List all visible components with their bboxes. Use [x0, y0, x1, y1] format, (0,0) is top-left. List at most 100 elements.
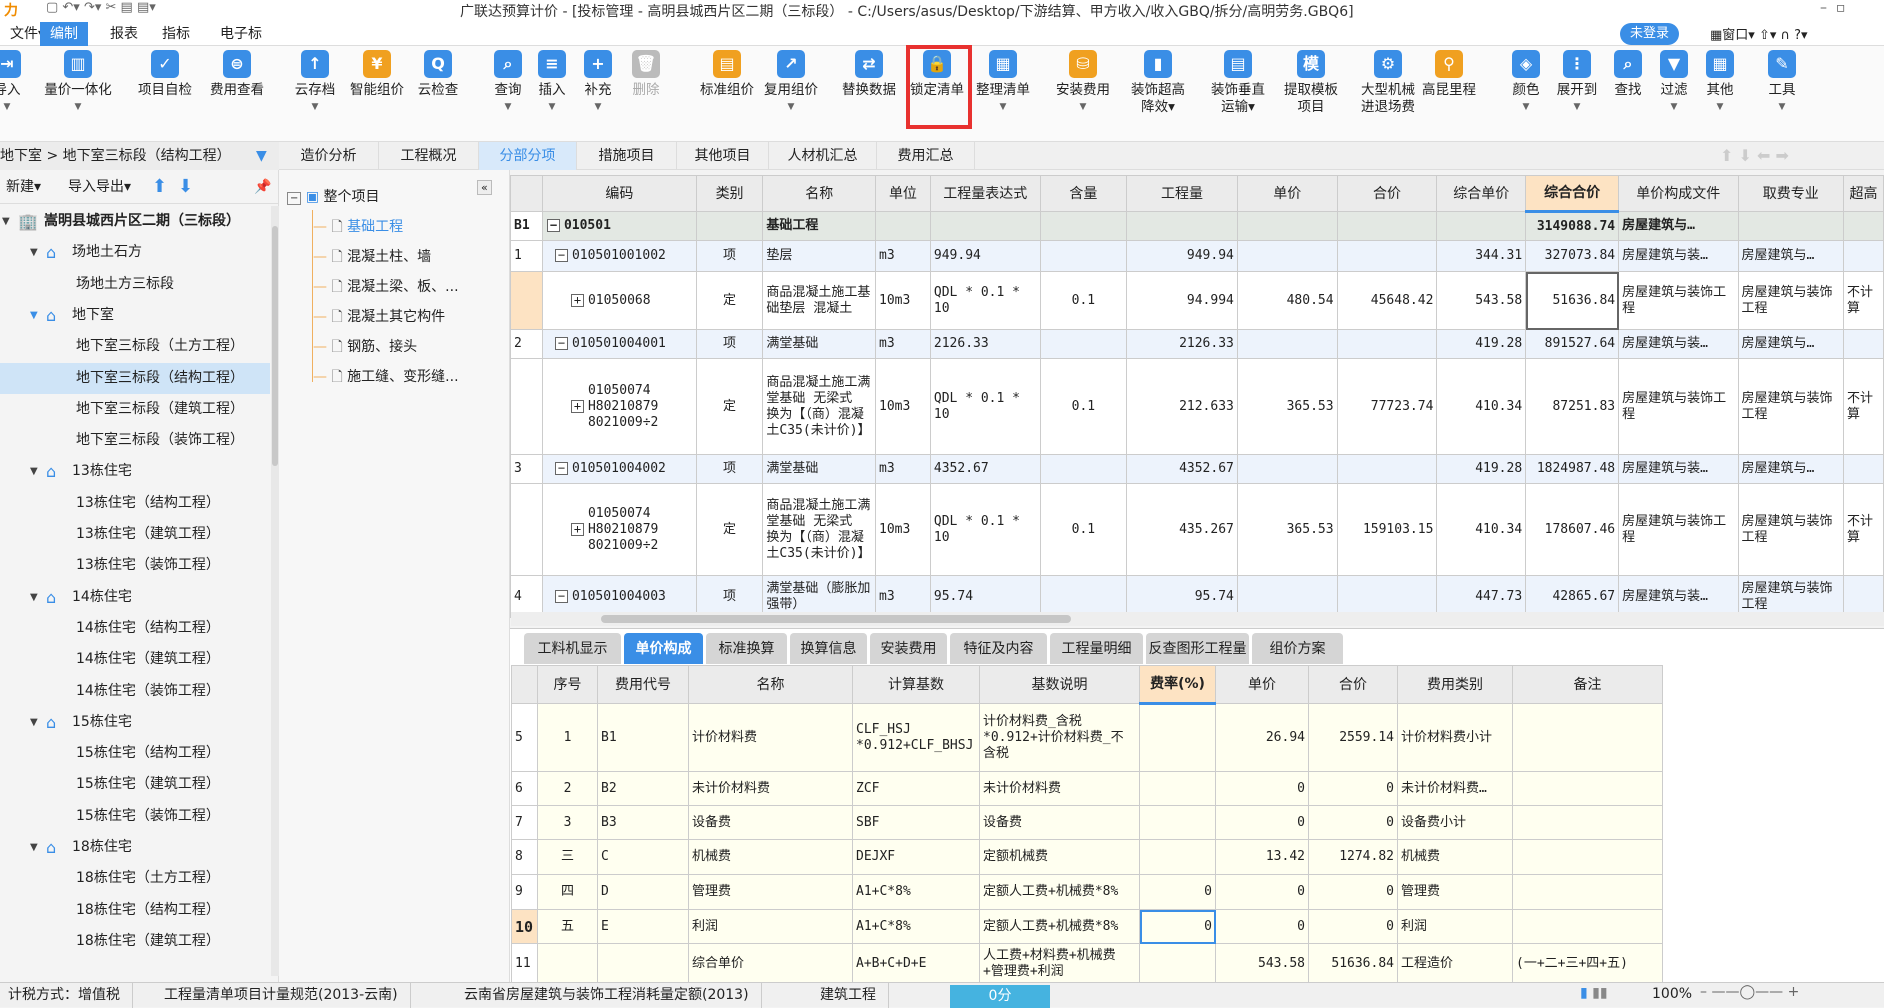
tree-item[interactable]: ▼ ⌂ 14栋住宅: [0, 582, 270, 613]
cell[interactable]: 2126.33: [929, 329, 1041, 359]
collapse-icon[interactable]: −: [554, 589, 568, 603]
tree-item[interactable]: 地下室三标段（结构工程）: [0, 362, 270, 394]
detail-tab-4[interactable]: 安装费用: [870, 633, 947, 665]
cell[interactable]: 94.994: [1126, 271, 1238, 330]
cell[interactable]: 0.1: [1039, 483, 1128, 576]
toolbar-button-install-cost[interactable]: ⛁ 安装费用 ▼: [1050, 50, 1116, 116]
detail-tab-1[interactable]: 单价构成: [624, 633, 703, 665]
toolbar-button-import[interactable]: ⇥ 导入 ▼: [0, 50, 22, 116]
column-header[interactable]: 工程量表达式: [929, 175, 1041, 212]
section-root[interactable]: − ▣ 整个项目: [287, 182, 380, 212]
toolbar-button-query[interactable]: ⌕ 查询 ▼: [488, 50, 528, 116]
toolbar-button-delete[interactable]: 🗑 删除: [626, 50, 666, 99]
cell[interactable]: 1: [537, 703, 598, 772]
tab-1[interactable]: 工程概况: [379, 142, 479, 170]
cell[interactable]: 8: [511, 839, 538, 875]
window-menu[interactable]: ▦窗口▾ ⇧▾ ∩ ?▾: [1710, 24, 1808, 43]
cell[interactable]: SBF: [852, 805, 980, 840]
cell[interactable]: 7: [511, 805, 538, 840]
toolbar-button-cost-view[interactable]: ⊜ 费用查看: [204, 50, 270, 99]
cell[interactable]: 综合单价: [688, 943, 853, 985]
tree-item[interactable]: ▼ ⌂ 场地土石方: [0, 237, 270, 268]
cell[interactable]: [510, 271, 543, 330]
cell[interactable]: DEJXF: [852, 839, 980, 875]
cell[interactable]: 机械费: [688, 839, 853, 875]
cell[interactable]: 344.31: [1436, 240, 1527, 272]
cell[interactable]: [1336, 240, 1438, 272]
table-row[interactable]: +01050074 H80210879 8021009÷2 定商品混凝土施工满堂基…: [510, 358, 1884, 455]
collapse-icon[interactable]: −: [287, 192, 302, 205]
cell[interactable]: 房屋建筑与装饰工程: [1737, 483, 1844, 576]
login-button[interactable]: 未登录: [1620, 23, 1680, 45]
cell[interactable]: 0: [1308, 874, 1398, 910]
cell[interactable]: −010501: [541, 211, 697, 241]
cell[interactable]: 设备费: [688, 805, 853, 840]
cell[interactable]: 5: [511, 703, 538, 772]
cell[interactable]: [1039, 454, 1128, 484]
cell[interactable]: 房屋建筑与装饰工程: [1737, 358, 1844, 455]
column-header[interactable]: 合价: [1308, 665, 1398, 704]
cell[interactable]: 人工费+材料费+机械费+管理费+利润: [979, 943, 1140, 985]
cell[interactable]: 房屋建筑与装…: [1618, 240, 1739, 272]
cell[interactable]: 327073.84: [1525, 240, 1620, 272]
cell[interactable]: [1842, 240, 1884, 272]
cell[interactable]: 435.267: [1126, 483, 1238, 576]
quick-access-icons[interactable]: ▢ ↶▾ ↷▾ ✂ ▤ ▤▾: [46, 0, 156, 15]
tree-item[interactable]: ▼ ⌂ 15栋住宅: [0, 707, 270, 738]
toolbar-button-machinery[interactable]: ⚙ 大型机械 进退场费: [1350, 50, 1426, 116]
menu-3[interactable]: 指标: [152, 22, 200, 46]
column-header[interactable]: 综合单价: [1436, 175, 1527, 212]
cell[interactable]: A1+C*8%: [852, 874, 980, 910]
score-badge[interactable]: 0分: [950, 985, 1050, 1008]
cell[interactable]: m3: [875, 454, 931, 484]
cell[interactable]: 0: [1215, 805, 1309, 840]
tab-0[interactable]: 造价分析: [279, 142, 379, 170]
tree-item[interactable]: 15栋住宅（建筑工程）: [0, 769, 270, 800]
cell[interactable]: 房屋建筑与装…: [1618, 329, 1739, 359]
cell[interactable]: 不计算: [1842, 271, 1884, 330]
tab-2[interactable]: 分部分项: [479, 142, 577, 170]
cell[interactable]: 10m3: [875, 358, 931, 455]
expand-arrow-icon[interactable]: ▼: [30, 456, 38, 487]
collapse-icon[interactable]: −: [554, 249, 568, 262]
menu-4[interactable]: 电子标: [210, 22, 272, 46]
toolbar-button-color[interactable]: ◈ 颜色 ▼: [1506, 50, 1546, 116]
cell[interactable]: 0.1: [1039, 271, 1128, 330]
column-header[interactable]: 编码: [541, 175, 697, 212]
cell[interactable]: 0: [1139, 909, 1216, 944]
cell[interactable]: 0: [1139, 874, 1216, 910]
table-row[interactable]: 5 1 B1 计价材料费 CLF_HSJ *0.912+CLF_BHSJ 计价材料费_含税…: [511, 703, 1663, 772]
cell[interactable]: [1512, 839, 1663, 875]
cell[interactable]: 房屋建筑与装饰工程: [1618, 358, 1739, 455]
column-header[interactable]: 超高: [1842, 175, 1884, 212]
chevron-down-icon[interactable]: ▼: [256, 142, 267, 170]
cell[interactable]: 0: [1215, 874, 1309, 910]
toolbar-button-template[interactable]: 模提取模板 项目: [1278, 50, 1344, 116]
cell[interactable]: 10: [511, 909, 538, 944]
table-row[interactable]: B1−010501 基础工程 3149088.74 房屋建筑与…: [510, 211, 1884, 241]
detail-tab-0[interactable]: 工料机显示: [524, 633, 621, 665]
cell[interactable]: 10m3: [875, 483, 931, 576]
column-header[interactable]: 综合合价: [1525, 175, 1620, 213]
cell[interactable]: m3: [875, 240, 931, 272]
cell[interactable]: 0: [1308, 909, 1398, 944]
tree-item[interactable]: 18栋住宅（土方工程）: [0, 863, 270, 894]
move-down-icon[interactable]: ⬇: [178, 170, 193, 204]
expand-icon[interactable]: +: [570, 400, 584, 413]
cell[interactable]: [1039, 240, 1128, 272]
tree-item[interactable]: ▼ ⌂ 地下室: [0, 300, 270, 331]
cell[interactable]: 3: [510, 454, 543, 484]
tree-scrollbar[interactable]: [271, 206, 279, 976]
toolbar-button-cloud-upload[interactable]: ↑ 云存档 ▼: [290, 50, 340, 116]
cell[interactable]: 房屋建筑与装饰工程: [1618, 483, 1739, 576]
cell[interactable]: 11: [511, 943, 538, 985]
toolbar-button-expand[interactable]: ⋮ 展开到 ▼: [1552, 50, 1602, 116]
cell[interactable]: m3: [875, 329, 931, 359]
column-header[interactable]: 单价: [1236, 175, 1338, 212]
cell[interactable]: 3: [537, 805, 598, 840]
column-header[interactable]: 名称: [688, 665, 853, 704]
cell[interactable]: 365.53: [1236, 483, 1338, 576]
cell[interactable]: 4352.67: [1126, 454, 1238, 484]
tree-item[interactable]: 13栋住宅（结构工程）: [0, 488, 270, 519]
expand-arrow-icon[interactable]: ▼: [30, 582, 38, 613]
